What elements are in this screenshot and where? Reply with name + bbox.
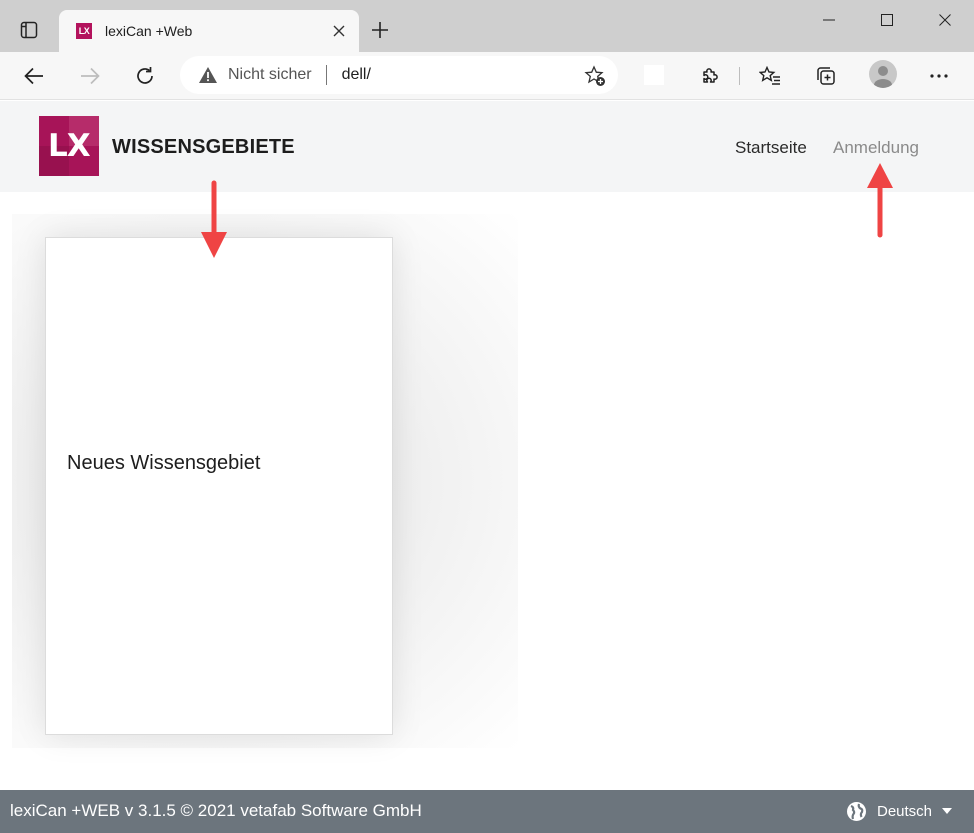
omnibox-divider	[325, 65, 327, 85]
annotation-arrow-up	[867, 163, 893, 238]
window-close-button[interactable]	[916, 0, 974, 40]
refresh-icon	[137, 67, 153, 84]
close-icon	[939, 14, 951, 26]
nav-link-startseite[interactable]: Startseite	[735, 138, 807, 158]
puzzle-icon	[703, 68, 718, 83]
more-dots-icon	[930, 74, 948, 78]
site-footer: lexiCan +WEB v 3.1.5 © 2021 vetafab Soft…	[0, 790, 974, 833]
add-favorite-button[interactable]	[584, 65, 606, 87]
footer-copyright: lexiCan +WEB v 3.1.5 © 2021 vetafab Soft…	[10, 801, 422, 820]
nav-link-anmeldung[interactable]: Anmeldung	[833, 138, 919, 158]
language-label: Deutsch	[877, 802, 933, 820]
page-title: WISSENSGEBIETE	[112, 136, 295, 158]
minimize-icon	[823, 19, 835, 21]
address-bar[interactable]: Nicht sicher dell/	[180, 56, 618, 94]
browser-tab[interactable]: LX lexiCan +Web	[59, 10, 359, 52]
new-tab-button[interactable]	[366, 16, 394, 44]
collections-button[interactable]	[809, 60, 843, 92]
collections-icon	[817, 67, 835, 85]
favicon-icon: LX	[76, 23, 92, 39]
close-icon	[333, 25, 345, 37]
caret-down-icon	[942, 808, 953, 814]
back-button[interactable]	[17, 60, 51, 92]
more-menu-button[interactable]	[922, 60, 956, 92]
tab-close-button[interactable]	[329, 21, 349, 41]
logo-text: LX	[48, 128, 91, 164]
new-knowledge-area-card[interactable]: Neues Wissensgebiet	[45, 237, 393, 735]
browser-toolbar: Nicht sicher dell/	[0, 52, 974, 100]
annotation-arrow-down	[201, 180, 227, 258]
url-text[interactable]: dell/	[342, 66, 371, 84]
tab-title: lexiCan +Web	[105, 23, 193, 39]
arrow-left-icon	[24, 67, 43, 85]
globe-icon	[847, 801, 866, 821]
security-label[interactable]: Nicht sicher	[228, 66, 312, 84]
extension-placeholder	[644, 65, 664, 85]
tab-actions-icon	[20, 21, 38, 39]
toolbar-divider	[739, 67, 740, 85]
extensions-button[interactable]	[693, 60, 727, 92]
maximize-icon	[881, 14, 893, 26]
refresh-button[interactable]	[128, 60, 162, 92]
user-icon	[874, 66, 892, 88]
warning-icon[interactable]	[198, 65, 218, 85]
brand-logo[interactable]: LX	[39, 116, 99, 176]
plus-icon	[372, 22, 388, 38]
maximize-button[interactable]	[858, 0, 916, 40]
tab-strip: LX lexiCan +Web	[0, 0, 974, 52]
card-label: Neues Wissensgebiet	[67, 452, 261, 474]
forward-button[interactable]	[73, 60, 107, 92]
profile-avatar[interactable]	[869, 60, 897, 88]
favorites-button[interactable]	[753, 60, 787, 92]
minimize-button[interactable]	[800, 0, 858, 40]
language-selector[interactable]: Deutsch	[846, 799, 953, 823]
tab-actions-button[interactable]	[10, 12, 48, 48]
star-add-icon	[584, 65, 605, 86]
arrow-right-icon	[81, 67, 100, 85]
site-header: LX WISSENSGEBIETE Startseite Anmeldung	[0, 101, 974, 192]
favorites-icon	[759, 66, 780, 85]
